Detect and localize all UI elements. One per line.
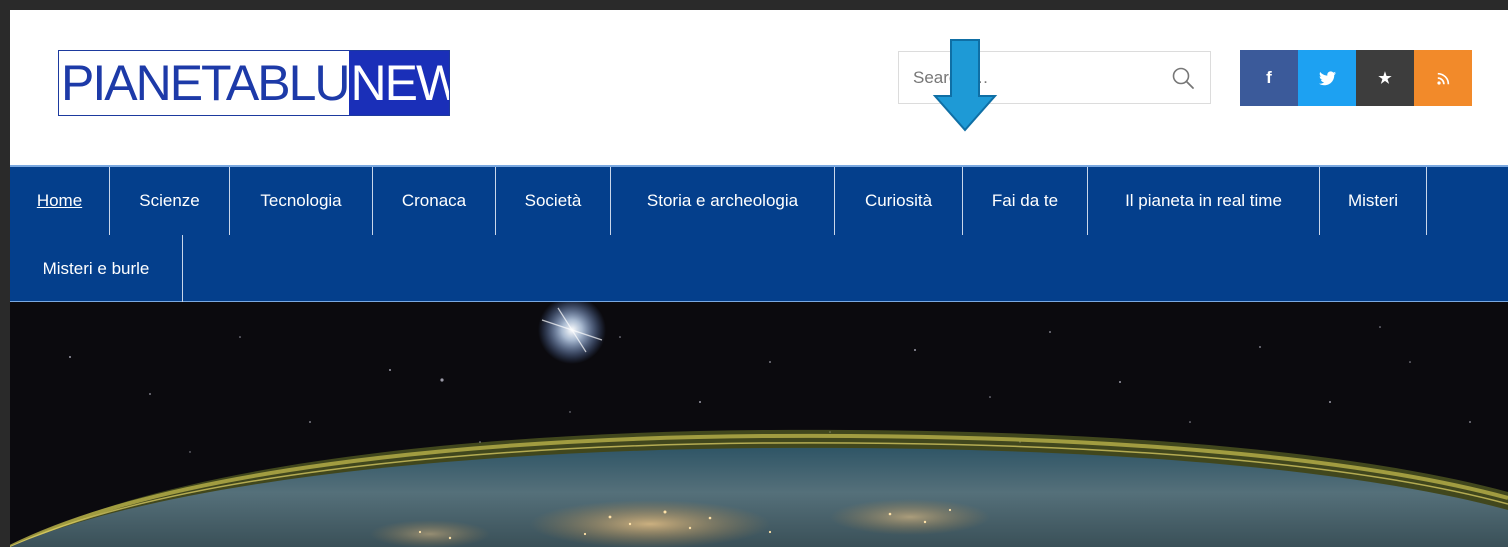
nav-row: Misteri e burle (10, 235, 183, 303)
earth-from-space-image (10, 302, 1508, 547)
nav-item-misteri-burle[interactable]: Misteri e burle (10, 235, 183, 303)
hero-image (10, 302, 1508, 547)
nav-item-pianeta-real-time[interactable]: Il pianeta in real time (1088, 167, 1320, 235)
nav-item-tecnologia[interactable]: Tecnologia (230, 167, 373, 235)
nav-item-cronaca[interactable]: Cronaca (373, 167, 496, 235)
browser-page: PIANETABLUNEWS f ★ Home Sc (10, 10, 1508, 547)
twitter-icon[interactable] (1298, 50, 1356, 106)
site-header: PIANETABLUNEWS f ★ (10, 10, 1508, 165)
nav-item-scienze[interactable]: Scienze (110, 167, 230, 235)
nav-item-misteri[interactable]: Misteri (1320, 167, 1427, 235)
nav-item-curiosita[interactable]: Curiosità (835, 167, 963, 235)
nav-row: Home Scienze Tecnologia Cronaca Società … (10, 167, 1427, 235)
rss-icon[interactable] (1414, 50, 1472, 106)
logo-text-primary: PIANETABLU (59, 51, 350, 115)
facebook-icon[interactable]: f (1240, 50, 1298, 106)
nav-item-storia-archeologia[interactable]: Storia e archeologia (611, 167, 835, 235)
nav-item-home[interactable]: Home (10, 167, 110, 235)
site-logo[interactable]: PIANETABLUNEWS (58, 50, 450, 116)
star-icon[interactable]: ★ (1356, 50, 1414, 106)
main-navigation: Home Scienze Tecnologia Cronaca Società … (10, 165, 1508, 303)
logo-text-secondary: NEWS (348, 51, 449, 115)
search-icon[interactable] (1171, 66, 1195, 90)
down-arrow-icon (932, 39, 998, 132)
nav-item-societa[interactable]: Società (496, 167, 611, 235)
nav-item-fai-da-te[interactable]: Fai da te (963, 167, 1088, 235)
